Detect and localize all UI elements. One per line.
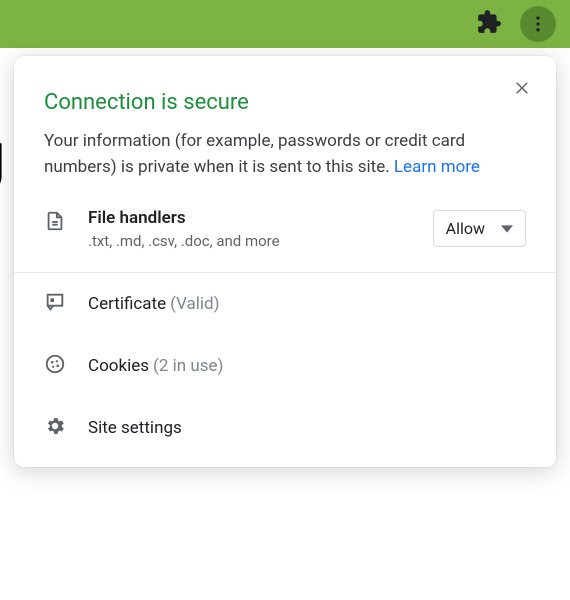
cookies-row[interactable]: Cookies(2 in use) — [14, 335, 556, 397]
connection-status-title: Connection is secure — [44, 90, 526, 115]
extensions-icon[interactable] — [476, 9, 502, 39]
site-settings-row[interactable]: Site settings — [14, 397, 556, 459]
connection-description: Your information (for example, passwords… — [44, 129, 526, 180]
permission-subtitle: .txt, .md, .csv, .doc, and more — [88, 232, 413, 250]
gear-icon — [44, 415, 68, 441]
chevron-down-icon — [501, 223, 513, 235]
close-button[interactable] — [506, 72, 538, 104]
certificate-label: Certificate(Valid) — [88, 294, 220, 314]
cookie-icon — [44, 353, 68, 379]
permission-file-handlers: File handlers .txt, .md, .csv, .doc, and… — [14, 186, 556, 272]
site-info-popover: Connection is secure Your information (f… — [14, 56, 556, 467]
certificate-row[interactable]: Certificate(Valid) — [14, 273, 556, 335]
overflow-menu-button[interactable] — [520, 6, 556, 42]
learn-more-link[interactable]: Learn more — [394, 157, 480, 177]
site-settings-label: Site settings — [88, 418, 182, 438]
certificate-icon — [44, 291, 68, 317]
browser-toolbar — [0, 0, 570, 48]
permission-select[interactable]: Allow — [433, 210, 526, 247]
cookies-label: Cookies(2 in use) — [88, 356, 223, 376]
permission-title: File handlers — [88, 208, 413, 228]
permission-select-value: Allow — [446, 219, 485, 238]
file-icon — [44, 210, 68, 236]
